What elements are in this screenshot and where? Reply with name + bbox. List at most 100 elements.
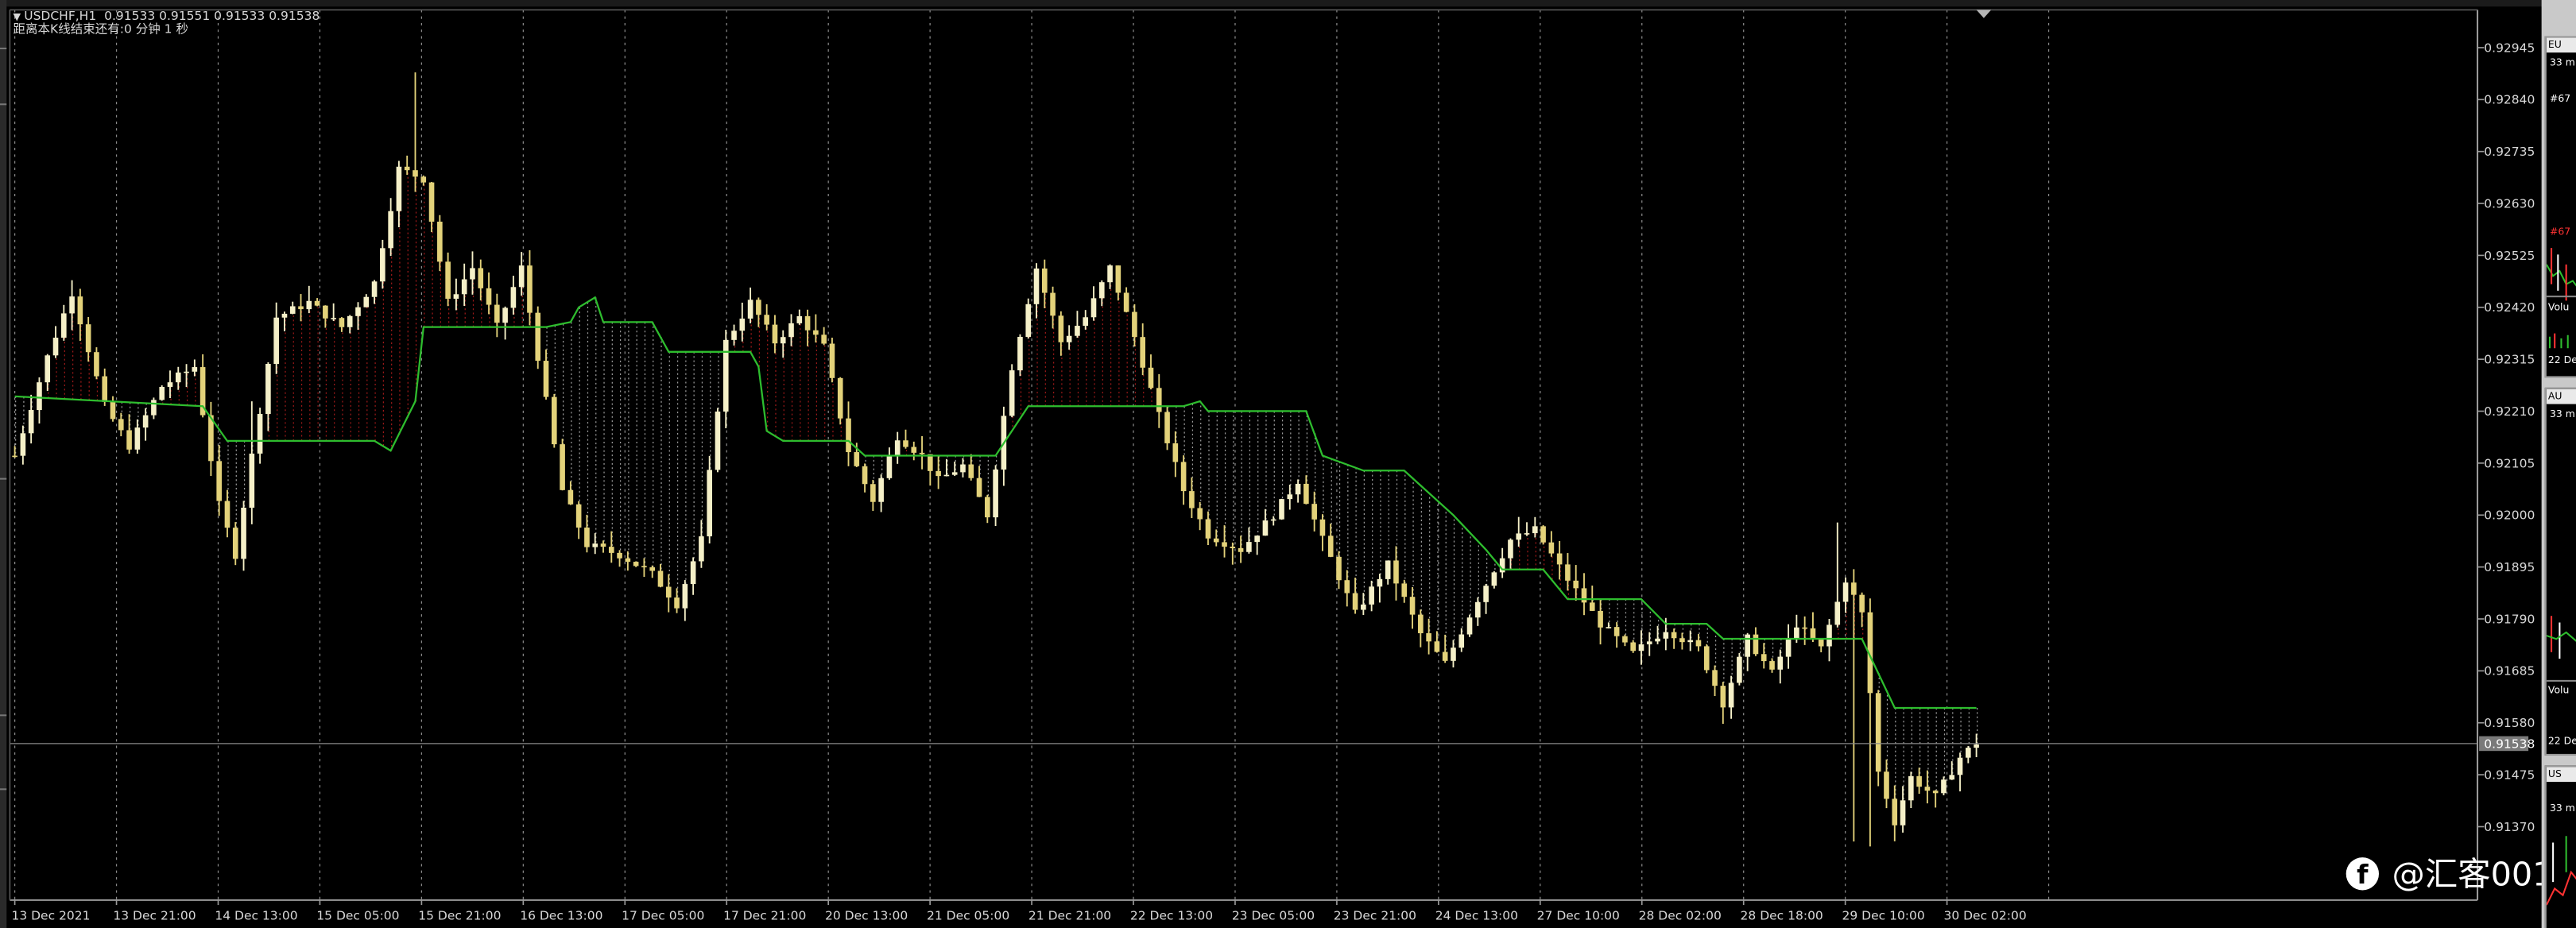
x-tick-label: 17 Dec 21:00 [723, 909, 806, 923]
mini-chart-window-1[interactable]: EU 33 m #67 #67 Volu 22 De [2544, 36, 2576, 378]
candle-body [1892, 798, 1898, 826]
mini-chart-window-3[interactable]: US 33 m [2544, 765, 2576, 928]
candle-body [1810, 628, 1816, 639]
candle-body [1083, 317, 1089, 327]
candle-body [813, 330, 819, 335]
candle-body [1957, 757, 1963, 775]
candle-body [461, 279, 467, 295]
candle-body [690, 561, 696, 585]
candle-body [486, 288, 492, 305]
candle-body [1606, 627, 1612, 628]
candle-body [355, 307, 361, 316]
candle-body [1548, 542, 1555, 554]
candle-body [134, 427, 141, 450]
candle-body [347, 315, 353, 327]
candle-body [878, 478, 884, 502]
candle-body [110, 401, 116, 420]
candle-body [1393, 560, 1399, 584]
candle-body [821, 334, 827, 344]
bar-countdown: 距离本K线结束还有:0 分钟 1 秒 [13, 21, 188, 37]
candle-body [1156, 388, 1162, 412]
candle [1017, 334, 1023, 377]
candle-body [1663, 632, 1669, 639]
candle-body [739, 318, 746, 331]
candle-body [1377, 578, 1383, 587]
candle-body [281, 313, 288, 318]
candle-body [404, 166, 410, 171]
candle-body [518, 265, 525, 288]
candle-body [1148, 367, 1154, 389]
candle-body [1941, 779, 1947, 794]
mini-window-label: #67 [2549, 93, 2571, 106]
candle-body [1434, 641, 1440, 652]
candle-body [935, 470, 941, 477]
candle-body [1687, 640, 1693, 643]
candle-body [184, 371, 189, 373]
candle-body [208, 415, 214, 462]
candle-body [1172, 443, 1179, 462]
candle-body [862, 466, 868, 485]
candle-body [747, 300, 753, 319]
candle-body [159, 386, 165, 400]
candle [232, 522, 238, 566]
candle-body [1222, 542, 1227, 547]
candle-body [167, 382, 173, 387]
candle-body [1230, 547, 1236, 548]
candle-body [1753, 634, 1759, 655]
candle [159, 385, 165, 401]
y-tick-label: 0.92630 [2484, 196, 2535, 211]
candle-body [413, 170, 418, 177]
candle-body [1842, 582, 1849, 602]
mini-chart-window-2[interactable]: AU 33 m Volu 22 De [2544, 387, 2576, 756]
candle-body [1703, 646, 1710, 671]
candle-body [854, 452, 860, 466]
x-tick-label: 24 Dec 13:00 [1435, 909, 1518, 923]
y-tick-label: 0.92525 [2484, 249, 2535, 263]
candle-body [1802, 627, 1807, 629]
mini-window-date: 22 De [2547, 354, 2576, 367]
candle-body [1491, 572, 1497, 586]
x-tick-label: 30 Dec 02:00 [1943, 909, 2026, 923]
candle-body [1794, 627, 1799, 639]
candle-body [1728, 682, 1734, 708]
candle-body [37, 382, 42, 411]
candle-body [903, 440, 908, 447]
x-tick-label: 15 Dec 05:00 [316, 909, 399, 923]
candle [829, 338, 835, 383]
candle-body [870, 484, 876, 502]
candle-body [1932, 791, 1939, 794]
candle-body [314, 300, 320, 306]
candle-body [1238, 547, 1244, 552]
candle-body [45, 355, 51, 383]
candle-body [1140, 337, 1146, 368]
mini-window-timer: 33 m [2549, 57, 2575, 69]
candle-body [1336, 556, 1342, 581]
candle-body [1556, 553, 1563, 565]
candle [715, 408, 721, 473]
x-tick-label: 13 Dec 21:00 [113, 909, 196, 923]
candle-body [1900, 800, 1906, 826]
candle-body [192, 367, 198, 372]
candle [535, 306, 541, 369]
candle [993, 465, 998, 526]
candle-body [1851, 582, 1857, 595]
candle-body [1483, 586, 1489, 602]
x-tick-label: 15 Dec 21:00 [418, 909, 501, 923]
chart-canvas[interactable]: 0.92945 0.92840 0.92735 0.92630 0.92525 0.924… [0, 0, 2576, 928]
candle-body [951, 472, 958, 475]
candle-body [151, 400, 157, 416]
candle-body [428, 182, 435, 222]
y-tick-label: 0.91475 [2484, 768, 2535, 782]
candle-body [1516, 533, 1522, 540]
candle-body [85, 324, 91, 353]
candle-body [560, 444, 565, 490]
candle-body [1466, 617, 1473, 635]
right-panel: EU 33 m #67 #67 Volu 22 De AU 33 m Volu … [2541, 0, 2576, 928]
candle [560, 439, 565, 491]
mini-chart-plot [2546, 836, 2576, 906]
candle-body [804, 316, 811, 331]
mini-window-volume: Volu [2547, 302, 2570, 314]
x-tick-label: 21 Dec 05:00 [927, 909, 1009, 923]
candle-body [478, 268, 484, 288]
window-left-frame [0, 0, 7, 928]
